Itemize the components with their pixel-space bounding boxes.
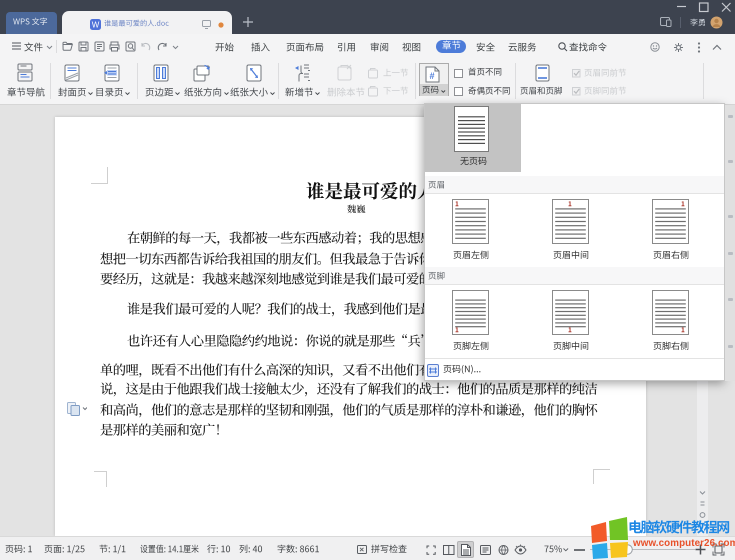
svg-text:#: #: [429, 71, 434, 81]
svg-text:W: W: [92, 20, 100, 29]
